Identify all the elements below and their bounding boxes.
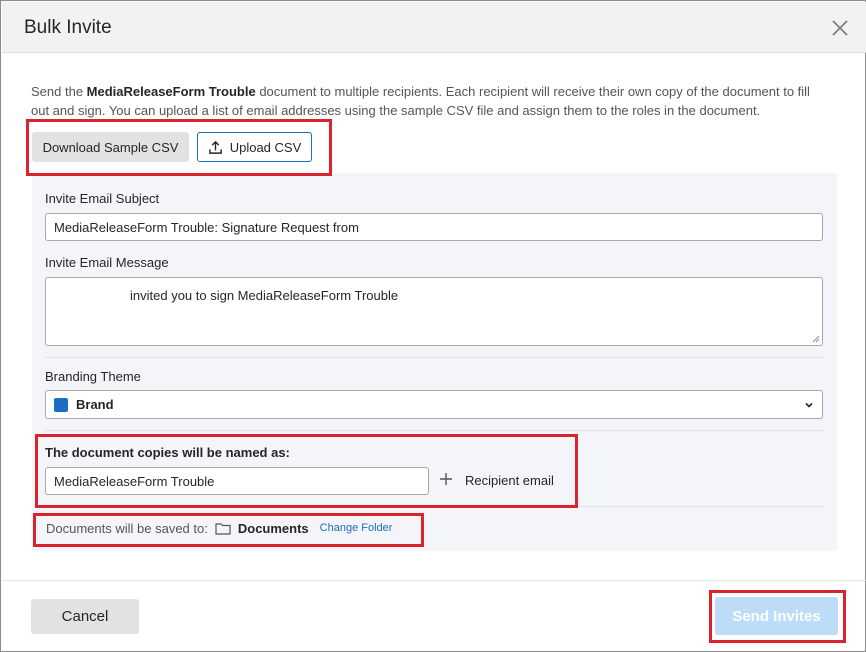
message-textarea-value: invited you to sign MediaReleaseForm Tro… — [130, 288, 399, 303]
download-sample-csv-label: Download Sample CSV — [42, 139, 179, 155]
description-document-name: MediaReleaseForm Trouble — [86, 84, 256, 99]
download-sample-csv-button[interactable]: Download Sample CSV — [32, 132, 189, 162]
plus-icon — [440, 473, 452, 485]
recipient-email-token: Recipient email — [465, 473, 554, 488]
subject-input[interactable]: MediaReleaseForm Trouble: Signature Requ… — [45, 213, 823, 241]
subject-label: Invite Email Subject — [45, 191, 160, 206]
copies-name-label: The document copies will be named as: — [45, 445, 290, 460]
close-icon — [832, 20, 848, 36]
message-textarea[interactable]: invited you to sign MediaReleaseForm Tro… — [45, 277, 823, 346]
branding-select-value: Brand — [76, 397, 114, 412]
send-invites-button-label: Send Invites — [732, 607, 821, 625]
copies-name-input-value: MediaReleaseForm Trouble — [54, 473, 215, 489]
upload-csv-button[interactable]: Upload CSV — [197, 132, 312, 162]
subject-input-value: MediaReleaseForm Trouble: Signature Requ… — [54, 219, 359, 235]
folder-icon — [215, 522, 231, 535]
cancel-button-label: Cancel — [61, 608, 109, 625]
dialog-description: Send the MediaReleaseForm Trouble docume… — [31, 82, 831, 120]
divider — [45, 357, 823, 358]
chevron-down-icon — [805, 402, 813, 408]
divider — [45, 430, 823, 431]
folder-name: Documents — [237, 520, 309, 536]
close-button[interactable] — [828, 16, 852, 40]
bulk-invite-dialog: Bulk Invite Send the MediaReleaseForm Tr… — [0, 0, 866, 652]
upload-icon — [208, 140, 222, 154]
send-invites-button[interactable]: Send Invites — [715, 597, 838, 635]
description-prefix: Send the — [31, 84, 87, 99]
branding-label: Branding Theme — [45, 369, 141, 384]
divider — [45, 506, 823, 507]
save-location-row: Documents will be saved to: Documents Ch… — [46, 520, 392, 536]
message-label: Invite Email Message — [45, 255, 169, 270]
upload-csv-label: Upload CSV — [229, 139, 302, 155]
saved-to-label: Documents will be saved to: — [46, 520, 208, 536]
footer-divider — [2, 580, 866, 581]
dialog-title: Bulk Invite — [24, 17, 112, 38]
brand-color-swatch — [54, 397, 68, 412]
change-folder-link[interactable]: Change Folder — [320, 522, 393, 534]
cancel-button[interactable]: Cancel — [31, 599, 139, 634]
resize-handle-icon[interactable] — [812, 335, 820, 343]
branding-select[interactable]: Brand — [45, 390, 823, 419]
copies-name-input[interactable]: MediaReleaseForm Trouble — [45, 467, 429, 495]
dialog-header: Bulk Invite — [2, 2, 866, 53]
